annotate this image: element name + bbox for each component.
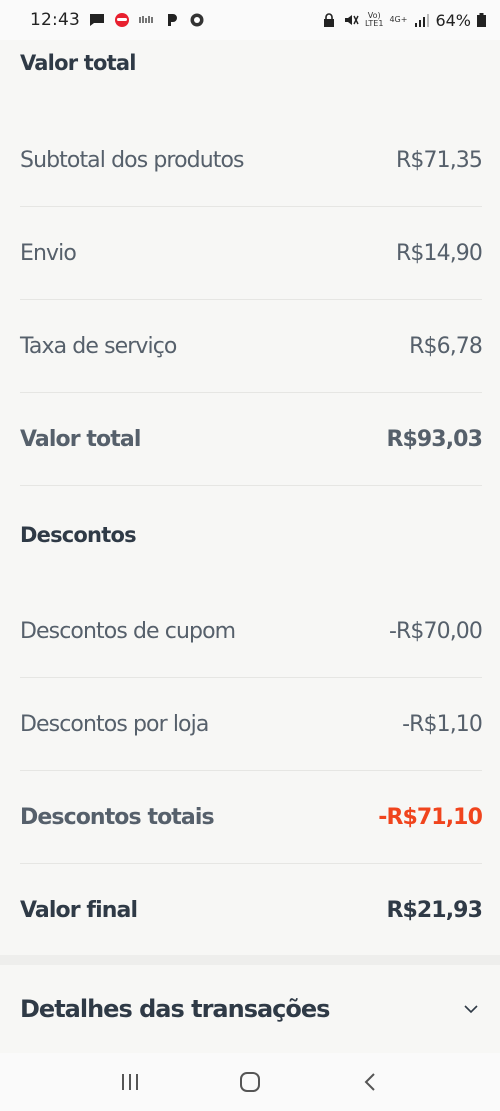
status-left: 12:43 xyxy=(30,10,321,30)
battery-icon xyxy=(477,13,486,27)
wave-icon xyxy=(139,16,153,23)
service-fee-row: Taxa de serviço R$6,78 xyxy=(20,300,483,393)
chevron-down-icon xyxy=(464,1005,478,1014)
mute-icon xyxy=(345,15,359,25)
signal-icon xyxy=(415,14,430,27)
back-icon xyxy=(364,1073,375,1091)
lock-icon xyxy=(324,13,335,27)
section-divider xyxy=(0,955,500,965)
row-label: Taxa de serviço xyxy=(20,333,177,359)
row-label: Subtotal dos produtos xyxy=(20,147,245,173)
home-button[interactable] xyxy=(230,1062,270,1102)
discounts-section-title: Descontos xyxy=(20,523,137,547)
row-label: Valor final xyxy=(20,898,138,923)
store-discount-row: Descontos por loja -R$1,10 xyxy=(20,678,483,771)
total-value-row: Valor total R$93,03 xyxy=(20,393,483,486)
row-label: Descontos de cupom xyxy=(20,618,236,644)
back-button[interactable] xyxy=(350,1062,390,1102)
message-icon xyxy=(90,14,104,26)
transaction-details-title: Detalhes das transações xyxy=(20,995,330,1023)
system-nav-bar xyxy=(0,1053,500,1111)
row-label: Descontos por loja xyxy=(20,711,209,737)
mask-app-icon xyxy=(115,13,129,27)
row-label: Valor total xyxy=(20,426,141,452)
battery-percent: 64% xyxy=(435,10,471,30)
shield-app-icon xyxy=(190,13,204,27)
row-value: R$14,90 xyxy=(396,240,483,266)
data-type-indicator: 4G+ xyxy=(389,15,408,24)
volte-indicator: Vo) LTE1 xyxy=(365,11,384,28)
row-value: -R$71,10 xyxy=(378,804,483,830)
row-label: Descontos totais xyxy=(20,804,215,830)
status-bar: 12:43 Vo) LTE1 4G+ 64% xyxy=(0,0,500,40)
final-value-row: Valor final R$21,93 xyxy=(20,864,483,957)
shipping-row: Envio R$14,90 xyxy=(20,207,483,300)
subtotal-row: Subtotal dos produtos R$71,35 xyxy=(20,114,483,207)
row-value: R$93,03 xyxy=(386,426,482,452)
row-value: R$21,93 xyxy=(386,898,482,923)
row-value: R$71,35 xyxy=(396,147,483,173)
row-value: -R$1,10 xyxy=(402,711,483,737)
row-label: Envio xyxy=(20,240,77,266)
transaction-details-toggle[interactable]: Detalhes das transações xyxy=(0,965,500,1053)
coupon-discount-row: Descontos de cupom -R$70,00 xyxy=(20,585,483,678)
status-time: 12:43 xyxy=(30,10,80,30)
total-section-title: Valor total xyxy=(20,51,136,75)
payment-summary-card: Valor total Subtotal dos produtos R$71,3… xyxy=(0,40,500,955)
total-discount-row: Descontos totais -R$71,10 xyxy=(20,771,483,864)
home-icon xyxy=(240,1072,260,1092)
parking-icon xyxy=(168,14,177,26)
recent-apps-button[interactable] xyxy=(110,1062,150,1102)
status-right: Vo) LTE1 4G+ 64% xyxy=(321,11,486,30)
recent-apps-icon xyxy=(122,1074,138,1090)
row-value: -R$70,00 xyxy=(388,618,483,644)
row-value: R$6,78 xyxy=(409,333,483,359)
